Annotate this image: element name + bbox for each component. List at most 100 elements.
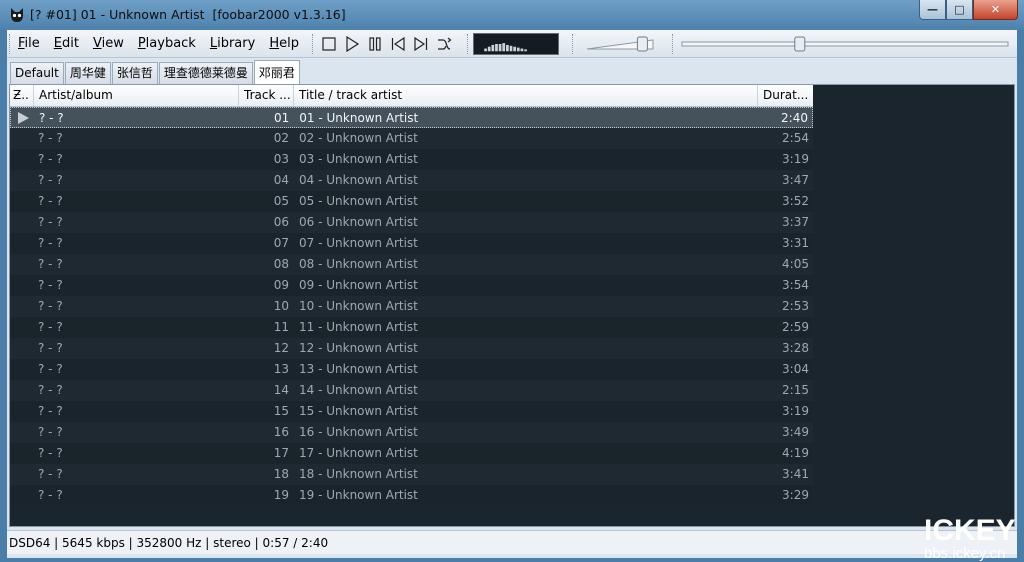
table-row[interactable]: ? - ? 07 07 - Unknown Artist 3:31 [10,233,813,254]
track-cell: 04 [273,173,289,187]
toolbar-grip[interactable] [572,34,575,54]
table-row[interactable]: ? - ? 09 09 - Unknown Artist 3:54 [10,275,813,296]
toolbar-grip[interactable] [312,34,315,54]
table-row[interactable]: ? - ? 19 19 - Unknown Artist 3:29 [10,485,813,506]
playlist-tab[interactable]: 周华健 [64,62,111,84]
title-cell: 03 - Unknown Artist [299,152,418,166]
duration-cell: 4:19 [782,446,809,460]
duration-cell: 3:41 [782,467,809,481]
title-bar[interactable]: [? #01] 01 - Unknown Artist [foobar2000 … [0,0,1024,30]
column-duration[interactable]: Durat... [758,85,813,106]
duration-cell: 3:31 [782,236,809,250]
spectrum-visualisation[interactable] [473,33,559,55]
track-cell: 10 [273,299,289,313]
foobar-app-icon[interactable] [8,6,26,24]
table-row[interactable]: ? - ? 10 10 - Unknown Artist 2:53 [10,296,813,317]
next-button[interactable] [412,35,430,53]
table-row[interactable]: ? - ? 11 11 - Unknown Artist 2:59 [10,317,813,338]
random-button[interactable] [435,35,453,53]
title-cell: 09 - Unknown Artist [299,278,418,292]
window-title: [? #01] 01 - Unknown Artist [foobar2000 … [30,7,346,22]
watermark-url: bbs.ickey.cn [924,545,1005,562]
volume-thumb[interactable] [636,36,648,52]
table-row[interactable]: ? - ? 16 16 - Unknown Artist 3:49 [10,422,813,443]
artist-cell: ? - ? [38,278,63,292]
status-bar: DSD64 | 5645 kbps | 352800 Hz | stereo |… [7,530,1017,554]
table-row[interactable]: ? - ? 04 04 - Unknown Artist 3:47 [10,170,813,191]
track-cell: 07 [273,236,289,250]
table-row[interactable]: ? - ? 14 14 - Unknown Artist 2:15 [10,380,813,401]
menu-file[interactable]: File [11,34,47,54]
track-cell: 08 [273,257,289,271]
volume-slider[interactable] [585,36,655,52]
pause-button[interactable] [366,35,384,53]
table-row[interactable]: ? - ? 18 18 - Unknown Artist 3:41 [10,464,813,485]
menu-help[interactable]: Help [262,34,306,54]
duration-cell: 3:37 [782,215,809,229]
column-playing[interactable]: Ƶ.. [10,85,34,106]
menu-library[interactable]: Library [203,34,262,54]
column-track[interactable]: Track ... [239,85,294,106]
title-cell: 06 - Unknown Artist [299,215,418,229]
title-cell: 18 - Unknown Artist [299,467,418,481]
menu-view[interactable]: View [86,34,131,54]
table-row[interactable]: ? - ? 13 13 - Unknown Artist 3:04 [10,359,813,380]
previous-button[interactable] [389,35,407,53]
column-artist-album[interactable]: Artist/album [34,85,239,106]
playing-indicator-cell [10,233,34,254]
play-icon [346,35,360,53]
playing-indicator-cell [10,254,34,275]
seek-thumb[interactable] [794,36,806,52]
table-row[interactable]: ? - ? 08 08 - Unknown Artist 4:05 [10,254,813,275]
table-row[interactable]: ? - ? 01 01 - Unknown Artist 2:40 [10,107,813,128]
artist-cell: ? - ? [38,467,63,481]
playlist-tab[interactable]: 张信哲 [111,62,158,84]
table-row[interactable]: ? - ? 03 03 - Unknown Artist 3:19 [10,149,813,170]
table-row[interactable]: ? - ? 06 06 - Unknown Artist 3:37 [10,212,813,233]
playlist-tab[interactable]: 理查德德莱德曼 [158,62,253,84]
toolbar-grip[interactable] [467,34,470,54]
playlist-tabs: Default 周华健 张信哲 理查德德莱德曼 邓丽君 [10,60,301,84]
close-button[interactable]: ✕ [973,0,1018,20]
table-row[interactable]: ? - ? 12 12 - Unknown Artist 3:28 [10,338,813,359]
playlist-tab[interactable]: Default [10,62,64,84]
menu-edit[interactable]: Edit [47,34,86,54]
table-row[interactable]: ? - ? 05 05 - Unknown Artist 3:52 [10,191,813,212]
column-title[interactable]: Title / track artist [294,85,758,106]
column-header: Ƶ.. Artist/album Track ... Title / track… [10,85,813,107]
stop-button[interactable] [320,35,338,53]
spectrum-bar [495,44,498,52]
duration-cell: 2:40 [781,111,808,125]
playing-indicator-cell [10,338,34,359]
playlist-view[interactable]: Ƶ.. Artist/album Track ... Title / track… [9,84,1015,527]
artist-cell: ? - ? [38,131,63,145]
playing-indicator-cell [10,212,34,233]
playlist-tab[interactable]: 邓丽君 [253,60,300,84]
track-cell: 12 [273,341,289,355]
menu-bar: File Edit View Playback Library Help [11,34,306,54]
track-cell: 01 [274,111,290,125]
playing-indicator-cell [10,170,34,191]
artist-cell: ? - ? [38,257,63,271]
toolbar-grip[interactable] [672,34,675,54]
seek-bar[interactable] [681,36,1009,52]
spectrum-bar [506,44,509,52]
stop-icon [322,37,336,51]
play-button[interactable] [343,35,361,53]
maximize-button[interactable]: □ [946,0,973,20]
table-row[interactable]: ? - ? 02 02 - Unknown Artist 2:54 [10,128,813,149]
track-cell: 19 [273,488,289,502]
table-row[interactable]: ? - ? 15 15 - Unknown Artist 3:19 [10,401,813,422]
artist-cell: ? - ? [38,152,63,166]
track-cell: 11 [273,320,289,334]
previous-icon [391,36,405,52]
spectrum-bar [513,46,516,52]
spectrum-bar [520,48,524,52]
menu-playback[interactable]: Playback [131,34,203,54]
playing-indicator-cell [10,128,34,149]
minimize-button[interactable]: — [919,0,946,20]
title-cell: 12 - Unknown Artist [299,341,418,355]
spectrum-bar [491,44,495,52]
title-cell: 08 - Unknown Artist [299,257,418,271]
table-row[interactable]: ? - ? 17 17 - Unknown Artist 4:19 [10,443,813,464]
